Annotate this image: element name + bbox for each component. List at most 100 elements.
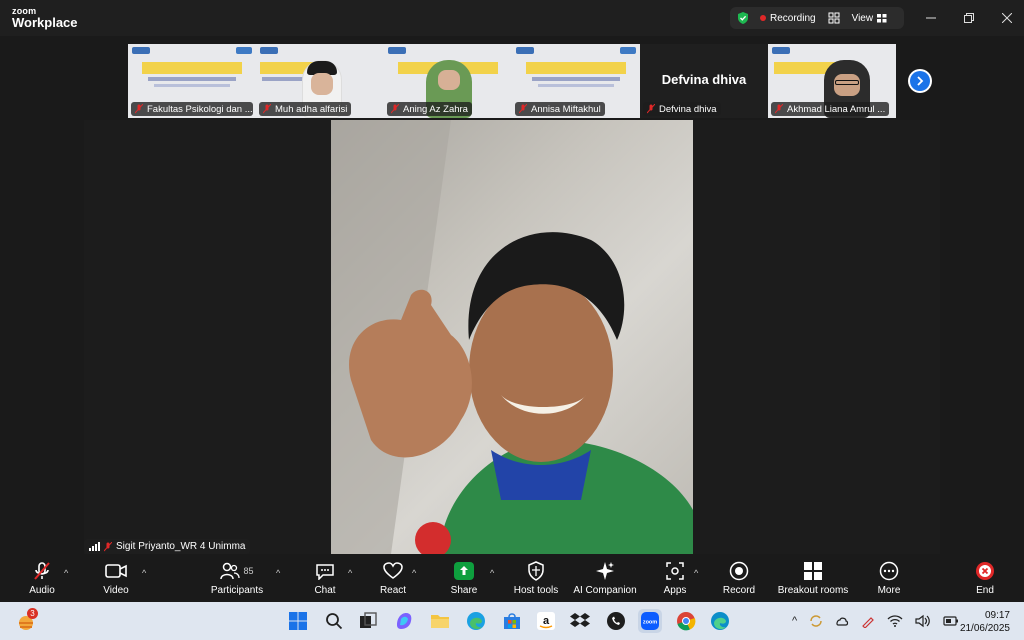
wifi-icon[interactable] xyxy=(887,614,903,628)
chat-button[interactable]: Chat xyxy=(306,554,344,602)
react-button[interactable]: React xyxy=(374,554,412,602)
sparkle-icon xyxy=(596,562,614,580)
file-explorer-app[interactable] xyxy=(428,609,452,633)
participant-tile[interactable]: Muh adha alfarisi xyxy=(256,44,384,118)
sync-icon[interactable] xyxy=(809,614,823,628)
institution-logo-icon xyxy=(132,47,150,54)
participant-tile[interactable]: Annisa Miftakhul xyxy=(512,44,640,118)
participants-count: 85 xyxy=(243,566,254,576)
mic-muted-icon xyxy=(519,104,527,114)
minimize-button[interactable] xyxy=(912,0,950,36)
view-grid-icon xyxy=(877,13,887,22)
cloud-icon[interactable] xyxy=(835,614,849,628)
speaker-name-tag: Sigit Priyanto_WR 4 Unimma xyxy=(84,539,251,554)
shield-icon xyxy=(528,561,544,581)
edge-icon xyxy=(467,612,485,630)
apps-button[interactable]: Apps xyxy=(658,554,692,602)
speaker-name: Sigit Priyanto_WR 4 Unimma xyxy=(116,541,246,552)
apps-icon xyxy=(666,562,684,580)
edge-dev-app[interactable] xyxy=(708,609,732,633)
heart-icon xyxy=(383,562,403,579)
meeting-toolbar: Audio ^ Video ^ 85 Participants ^ Chat ^… xyxy=(0,554,1024,602)
start-button[interactable] xyxy=(286,609,310,633)
volume-icon[interactable] xyxy=(915,614,931,628)
participant-display-name: Defvina dhiva xyxy=(661,72,747,87)
participant-strip: Fakultas Psikologi dan ... Muh adha alfa… xyxy=(128,44,896,118)
end-meeting-button[interactable]: End xyxy=(968,554,1002,602)
edge-browser-app[interactable] xyxy=(464,609,488,633)
svg-text:zoom: zoom xyxy=(643,620,657,626)
speaker-video-frame xyxy=(331,120,693,554)
recording-label[interactable]: Recording xyxy=(770,13,816,24)
zoom-logo: zoom Workplace xyxy=(12,7,78,30)
clock-time: 09:17 xyxy=(984,610,1010,621)
svg-text:a: a xyxy=(543,615,550,627)
host-tools-label: Host tools xyxy=(513,585,559,596)
participants-button[interactable]: 85 Participants xyxy=(206,554,268,602)
battery-icon[interactable] xyxy=(943,615,959,627)
gallery-grid-icon[interactable] xyxy=(828,12,840,24)
show-hidden-icons-chevron-icon[interactable]: ^ xyxy=(792,615,797,627)
participant-name: Defvina dhiva xyxy=(659,103,717,115)
seminar-subtitle-bar xyxy=(538,84,614,87)
system-clock[interactable]: 09:17 21/06/2025 xyxy=(960,609,1010,635)
share-button[interactable]: Share xyxy=(444,554,484,602)
widgets-button[interactable]: 3 xyxy=(14,608,38,633)
folder-icon xyxy=(431,615,449,628)
security-shield-icon[interactable] xyxy=(736,11,750,25)
whatsapp-app[interactable] xyxy=(604,609,628,633)
ai-companion-button[interactable]: AI Companion xyxy=(572,554,638,602)
recording-dot-icon xyxy=(760,15,766,21)
video-button[interactable]: Video xyxy=(96,554,136,602)
clock-date: 21/06/2025 xyxy=(959,623,1010,634)
close-window-button[interactable] xyxy=(988,0,1024,36)
mic-muted-icon xyxy=(34,562,50,580)
share-screen-icon xyxy=(454,562,474,580)
chat-bubble-icon xyxy=(316,564,334,580)
breakout-rooms-icon xyxy=(804,562,822,580)
react-options-caret-icon[interactable]: ^ xyxy=(412,568,416,578)
mic-muted-icon xyxy=(775,104,783,114)
view-button[interactable]: View xyxy=(852,13,888,24)
participant-tile[interactable]: Aning Az Zahra xyxy=(384,44,512,118)
participants-icon xyxy=(220,562,241,580)
apps-options-caret-icon[interactable]: ^ xyxy=(694,568,698,578)
mic-muted-icon xyxy=(391,104,399,114)
more-button[interactable]: More xyxy=(870,554,908,602)
active-speaker-video xyxy=(331,120,693,554)
audio-button[interactable]: Audio xyxy=(22,554,62,602)
apps-label: Apps xyxy=(663,585,687,596)
next-page-button[interactable] xyxy=(908,69,932,93)
breakout-rooms-button[interactable]: Breakout rooms xyxy=(776,554,850,602)
restore-icon xyxy=(964,13,974,23)
share-options-caret-icon[interactable]: ^ xyxy=(490,568,494,578)
mic-muted-icon xyxy=(104,541,112,551)
participant-name-tag: Akhmad Liana Amrul ... xyxy=(771,102,890,116)
institution-logo-icon xyxy=(260,47,278,54)
host-tools-button[interactable]: Host tools xyxy=(508,554,564,602)
participant-tile[interactable]: Akhmad Liana Amrul ... xyxy=(768,44,896,118)
dropbox-app[interactable] xyxy=(568,609,592,633)
audio-options-caret-icon[interactable]: ^ xyxy=(64,568,68,578)
record-button[interactable]: Record xyxy=(720,554,758,602)
participants-options-caret-icon[interactable]: ^ xyxy=(276,568,280,578)
amazon-app[interactable]: a xyxy=(534,609,558,633)
task-view-button[interactable] xyxy=(356,609,380,633)
ai-companion-label: AI Companion xyxy=(573,585,637,596)
participant-tile[interactable]: Defvina dhiva Defvina dhiva xyxy=(640,44,768,118)
search-button[interactable] xyxy=(322,609,346,633)
close-icon xyxy=(1002,13,1012,23)
zoom-app[interactable]: zoom xyxy=(638,609,662,633)
participant-tile[interactable]: Fakultas Psikologi dan ... xyxy=(128,44,256,118)
chat-options-caret-icon[interactable]: ^ xyxy=(348,568,352,578)
video-options-caret-icon[interactable]: ^ xyxy=(142,568,146,578)
chrome-app[interactable] xyxy=(674,609,698,633)
participant-name: Annisa Miftakhul xyxy=(531,103,601,115)
store-app[interactable] xyxy=(500,609,524,633)
pen-input-icon[interactable] xyxy=(861,614,875,628)
end-call-icon xyxy=(976,562,994,580)
copilot-icon xyxy=(397,613,412,629)
windows-start-icon xyxy=(289,612,307,630)
restore-button[interactable] xyxy=(950,0,988,36)
copilot-app[interactable] xyxy=(392,609,416,633)
